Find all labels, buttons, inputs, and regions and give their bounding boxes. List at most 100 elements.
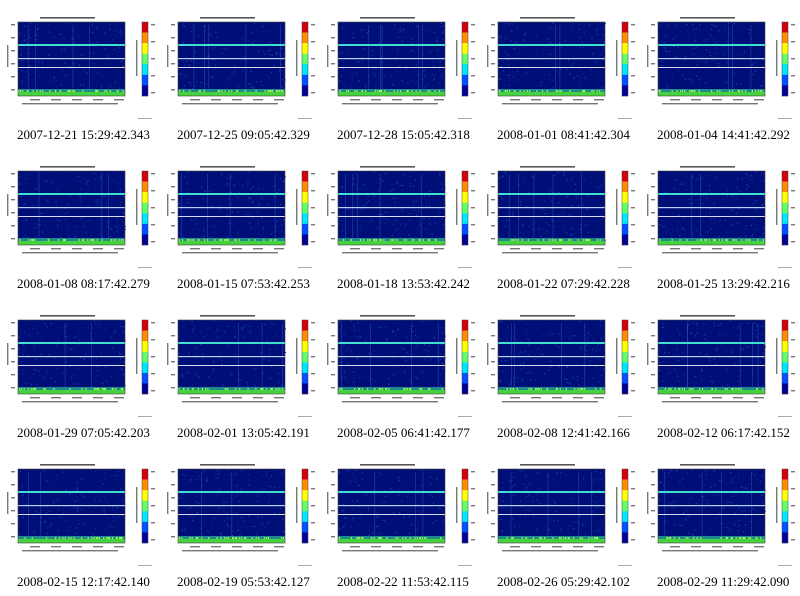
colorbar (781, 170, 789, 246)
spectrogram-image[interactable] (160, 0, 320, 125)
band-line (658, 216, 765, 217)
spectrogram-image[interactable] (0, 0, 160, 125)
spectrogram-image[interactable] (480, 298, 640, 423)
band-line (178, 207, 285, 209)
thumbnail-cell[interactable]: 2008-02-26 05:29:42.102 (480, 447, 640, 596)
band-line (498, 58, 605, 60)
colorbar (141, 468, 149, 544)
colorbar (781, 21, 789, 97)
thumbnail-cell[interactable]: 2008-02-19 05:53:42.127 (160, 447, 320, 596)
band-line (338, 505, 445, 507)
thumbnail-caption: 2008-02-12 06:17:42.152 (657, 425, 790, 440)
band-line (658, 505, 765, 507)
spectrogram-image[interactable] (0, 149, 160, 274)
colorbar (621, 21, 629, 97)
band-line (658, 356, 765, 358)
band-line (658, 44, 765, 46)
thumbnail-caption: 2008-01-18 13:53:42.242 (337, 276, 470, 291)
thumbnail-cell[interactable]: 2008-01-18 13:53:42.242 (320, 149, 480, 298)
thumbnail-cell[interactable]: 2008-01-08 08:17:42.279 (0, 149, 160, 298)
thumbnail-cell[interactable]: 2007-12-28 15:05:42.318 (320, 0, 480, 149)
thumbnail-cell[interactable]: 2008-02-01 13:05:42.191 (160, 298, 320, 447)
thumbnail-caption: 2008-01-15 07:53:42.253 (177, 276, 310, 291)
spectrogram-image[interactable] (320, 0, 480, 125)
colorbar (301, 319, 309, 395)
band-line (178, 44, 285, 46)
band-line (498, 356, 605, 358)
spectrogram-image[interactable] (160, 149, 320, 274)
thumbnail-caption: 2008-01-01 08:41:42.304 (497, 127, 630, 142)
thumbnail-caption: 2008-01-29 07:05:42.203 (17, 425, 150, 440)
spectrogram-image[interactable] (640, 298, 800, 423)
spectrogram-image[interactable] (0, 447, 160, 572)
band-line (178, 193, 285, 195)
band-line (338, 207, 445, 209)
thumbnail-caption: 2008-02-01 13:05:42.191 (177, 425, 310, 440)
band-line (338, 193, 445, 195)
band-line (338, 342, 445, 344)
spectrogram-image[interactable] (480, 149, 640, 274)
colorbar (461, 170, 469, 246)
band-line (658, 365, 765, 366)
band-line (178, 505, 285, 507)
colorbar (621, 319, 629, 395)
spectrogram-image[interactable] (0, 298, 160, 423)
band-line (338, 44, 445, 46)
spectrogram-image[interactable] (640, 149, 800, 274)
thumbnail-cell[interactable]: 2008-01-01 08:41:42.304 (480, 0, 640, 149)
thumbnail-caption: 2008-02-19 05:53:42.127 (177, 574, 310, 589)
colorbar (781, 319, 789, 395)
thumbnail-cell[interactable]: 2008-02-22 11:53:42.115 (320, 447, 480, 596)
thumbnail-caption: 2008-02-26 05:29:42.102 (497, 574, 630, 589)
thumbnail-cell[interactable]: 2008-02-29 11:29:42.090 (640, 447, 800, 596)
band-line (658, 491, 765, 493)
band-line (498, 491, 605, 493)
thumbnail-cell[interactable]: 2008-02-12 06:17:42.152 (640, 298, 800, 447)
band-line (178, 342, 285, 344)
thumbnail-caption: 2008-02-15 12:17:42.140 (17, 574, 150, 589)
spectrogram-image[interactable] (160, 447, 320, 572)
thumbnail-caption: 2008-02-29 11:29:42.090 (657, 574, 790, 589)
band-line (498, 44, 605, 46)
band-line (18, 365, 125, 366)
spectrogram-image[interactable] (480, 0, 640, 125)
band-line (178, 514, 285, 515)
spectrogram-image[interactable] (320, 298, 480, 423)
band-line (178, 365, 285, 366)
band-line (18, 44, 125, 46)
spectrogram-image[interactable] (640, 0, 800, 125)
thumbnail-cell[interactable]: 2008-01-25 13:29:42.216 (640, 149, 800, 298)
thumbnail-cell[interactable]: 2008-01-29 07:05:42.203 (0, 298, 160, 447)
band-line (18, 514, 125, 515)
thumbnail-caption: 2008-01-22 07:29:42.228 (497, 276, 630, 291)
thumbnail-cell[interactable]: 2008-01-04 14:41:42.292 (640, 0, 800, 149)
thumbnail-cell[interactable]: 2008-01-22 07:29:42.228 (480, 149, 640, 298)
band-line (18, 491, 125, 493)
spectrogram-image[interactable] (640, 447, 800, 572)
thumbnail-cell[interactable]: 2007-12-21 15:29:42.343 (0, 0, 160, 149)
thumbnail-cell[interactable]: 2008-02-15 12:17:42.140 (0, 447, 160, 596)
band-line (18, 67, 125, 68)
band-line (178, 216, 285, 217)
colorbar (621, 468, 629, 544)
thumbnail-caption: 2008-01-04 14:41:42.292 (657, 127, 790, 142)
colorbar (141, 21, 149, 97)
spectrogram-image[interactable] (320, 149, 480, 274)
thumbnail-cell[interactable]: 2008-02-05 06:41:42.177 (320, 298, 480, 447)
spectrogram-image[interactable] (480, 447, 640, 572)
band-line (498, 193, 605, 195)
colorbar (141, 170, 149, 246)
colorbar (301, 468, 309, 544)
thumbnail-caption: 2007-12-25 09:05:42.329 (177, 127, 310, 142)
band-line (338, 491, 445, 493)
spectrogram-image[interactable] (160, 298, 320, 423)
band-line (658, 58, 765, 60)
thumbnail-cell[interactable]: 2008-02-08 12:41:42.166 (480, 298, 640, 447)
thumbnail-caption: 2008-01-25 13:29:42.216 (657, 276, 790, 291)
thumbnail-cell[interactable]: 2007-12-25 09:05:42.329 (160, 0, 320, 149)
thumbnail-cell[interactable]: 2008-01-15 07:53:42.253 (160, 149, 320, 298)
thumbnail-caption: 2008-02-08 12:41:42.166 (497, 425, 630, 440)
band-line (658, 67, 765, 68)
band-line (658, 193, 765, 195)
spectrogram-image[interactable] (320, 447, 480, 572)
